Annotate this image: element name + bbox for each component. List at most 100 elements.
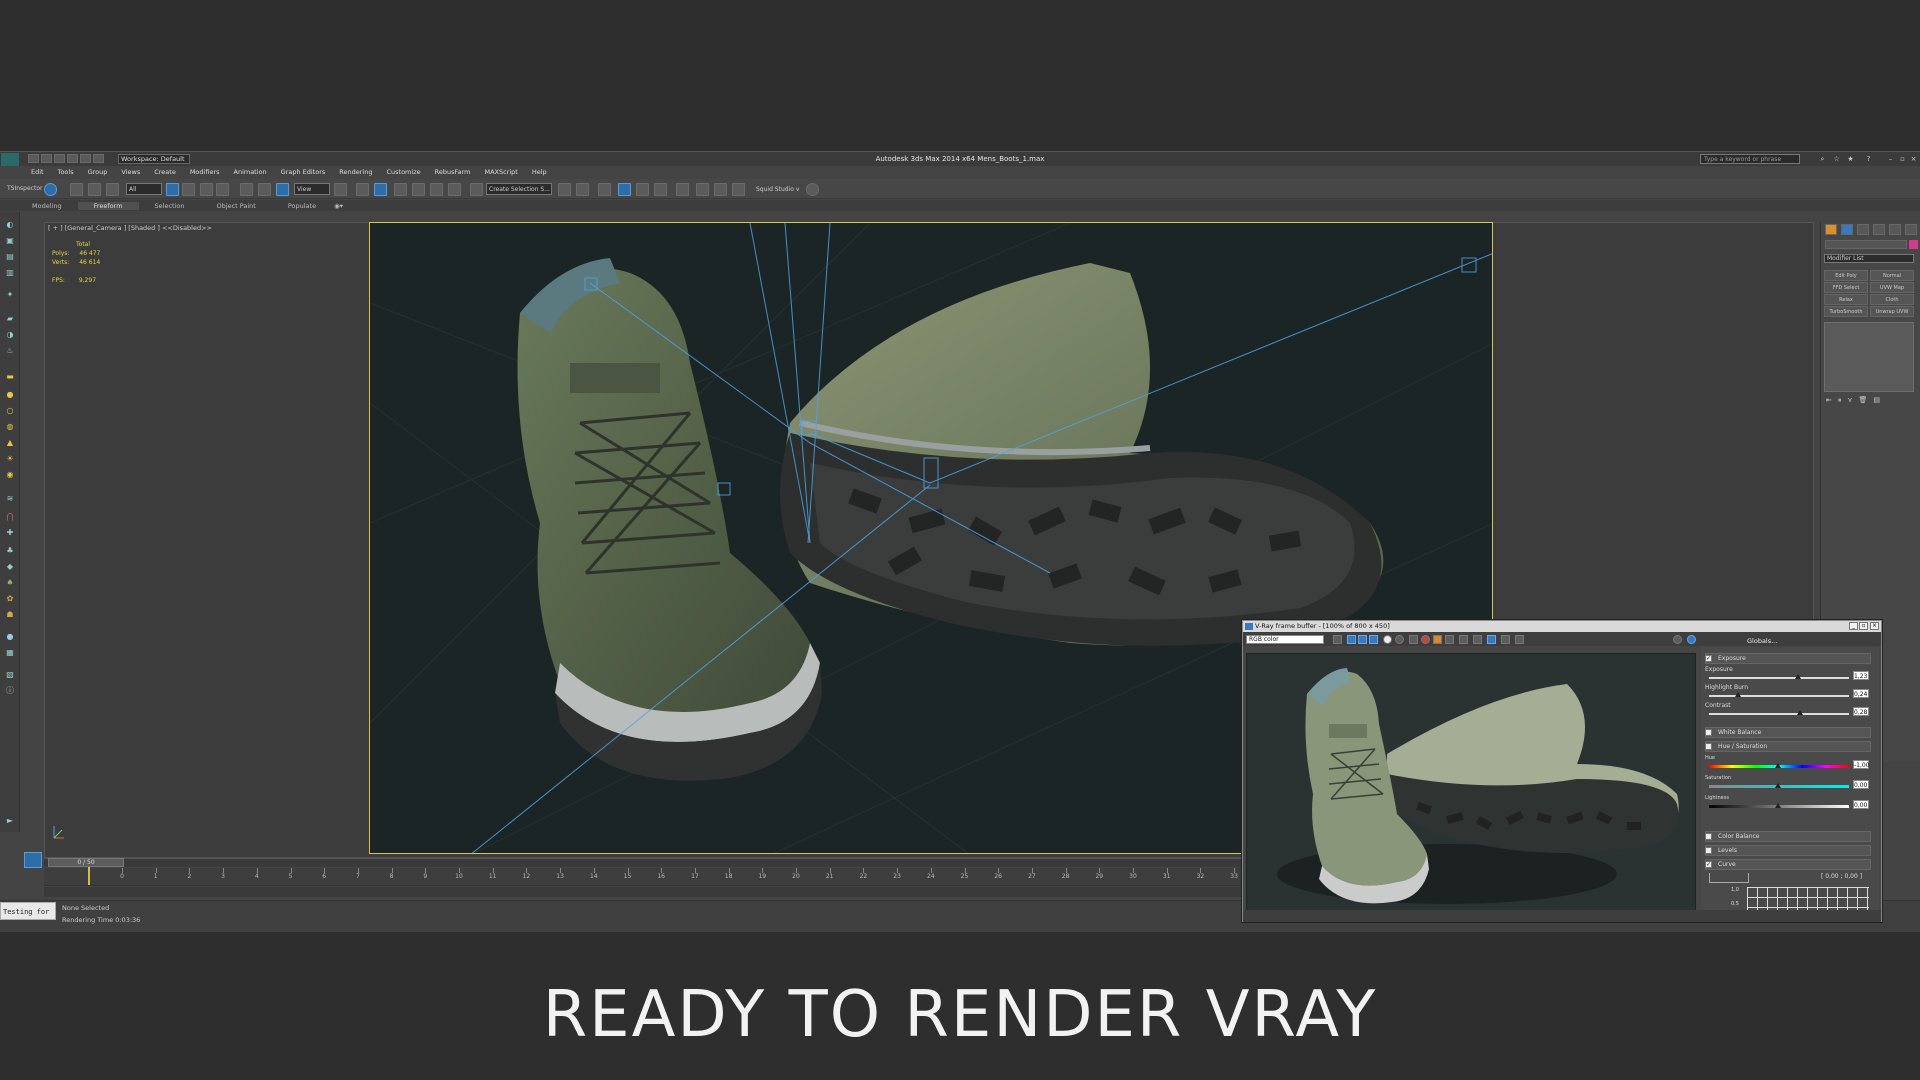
tab-populate[interactable]: Populate — [272, 202, 332, 210]
color-picker-icon[interactable] — [1333, 635, 1342, 644]
exposure-value[interactable]: 1,23 — [1853, 671, 1869, 680]
percent-snap-icon[interactable] — [430, 183, 443, 196]
menu-modifiers[interactable]: Modifiers — [183, 168, 227, 176]
ffd-select-button[interactable]: FFD Select — [1824, 282, 1868, 293]
region-select-icon[interactable] — [200, 183, 213, 196]
saturation-value[interactable]: 0,00 — [1853, 780, 1869, 789]
render-channel-dropdown[interactable]: RGB color — [1246, 635, 1324, 644]
menu-help[interactable]: Help — [525, 168, 554, 176]
tab-freeform[interactable]: Freeform — [77, 201, 139, 210]
menu-rendering[interactable]: Rendering — [332, 168, 379, 176]
favorites-icon[interactable]: ★ — [1846, 155, 1855, 163]
hue-knob[interactable] — [1775, 763, 1781, 768]
lightness-value[interactable]: 0,00 — [1853, 800, 1869, 809]
menu-create[interactable]: Create — [147, 168, 183, 176]
playhead[interactable] — [88, 867, 90, 885]
menu-graph-editors[interactable]: Graph Editors — [274, 168, 333, 176]
configure-sets-icon[interactable]: ▤ — [1873, 396, 1880, 406]
move-icon[interactable] — [240, 183, 253, 196]
time-slider-knob[interactable]: 0 / 50 — [48, 858, 124, 867]
exposure-slider[interactable] — [1709, 677, 1849, 679]
levels-checkbox[interactable] — [1705, 847, 1712, 854]
layers-icon[interactable]: ▥ — [4, 268, 16, 278]
grid-icon[interactable]: ▦ — [4, 648, 16, 658]
green-channel-icon[interactable] — [1358, 635, 1367, 644]
menu-group[interactable]: Group — [81, 168, 115, 176]
angle-snap-icon[interactable] — [412, 183, 425, 196]
maxscript-listener-input[interactable]: Testing for — [0, 902, 56, 920]
menu-maxscript[interactable]: MAXScript — [477, 168, 524, 176]
list-icon[interactable]: ▤ — [4, 252, 16, 262]
contrast-slider[interactable] — [1709, 713, 1849, 715]
curve-editor-icon[interactable] — [636, 183, 649, 196]
snaps-toggle-icon[interactable] — [394, 183, 407, 196]
mirror-icon[interactable] — [558, 183, 571, 196]
torus-icon[interactable]: ◍ — [4, 422, 16, 432]
box-icon[interactable]: ● — [4, 390, 16, 400]
unwrap-uvw-button[interactable]: Unwrap UVW — [1870, 306, 1914, 317]
close-icon[interactable]: × — [1909, 155, 1918, 163]
lens-effects-icon[interactable] — [1673, 635, 1682, 644]
hue-saturation-checkbox[interactable] — [1705, 743, 1712, 750]
bind-spacewarp-icon[interactable] — [106, 183, 119, 196]
lightness-knob[interactable] — [1775, 803, 1781, 808]
spinner-snap-icon[interactable] — [448, 183, 461, 196]
display-panel-icon[interactable] — [1889, 224, 1901, 235]
highlight-burn-knob[interactable] — [1735, 692, 1741, 697]
tab-modeling[interactable]: Modeling — [16, 202, 78, 210]
select-object-icon[interactable] — [166, 183, 179, 196]
named-selection-dropdown[interactable]: Create Selection S... — [486, 183, 552, 195]
pivot-center-icon[interactable] — [334, 183, 347, 196]
layout-icon[interactable]: ▧ — [4, 670, 16, 680]
utilities-panel-icon[interactable] — [1905, 224, 1917, 235]
exposure-checkbox[interactable]: ✓ — [1705, 655, 1712, 662]
shapes-icon[interactable]: ▬ — [4, 372, 16, 382]
edit-named-selection-icon[interactable] — [470, 183, 483, 196]
app-logo-icon[interactable] — [1, 153, 19, 166]
show-end-result-icon[interactable]: ⏸ — [1838, 396, 1842, 406]
monochrome-icon[interactable] — [1395, 635, 1404, 644]
vfb-close-icon[interactable]: × — [1870, 622, 1879, 630]
workspace-dropdown[interactable]: Workspace: Default — [118, 154, 190, 164]
project-folder-icon[interactable] — [93, 154, 104, 163]
tsinspector-icon[interactable] — [44, 183, 57, 196]
hierarchy-panel-icon[interactable] — [1857, 224, 1869, 235]
graphite-toolbar-icon[interactable] — [618, 183, 631, 196]
track-mouse-icon[interactable] — [1459, 635, 1468, 644]
ribbon-toggle-icon[interactable]: ◉▾ — [332, 202, 345, 210]
relax-button[interactable]: Relax — [1824, 294, 1868, 305]
reactor-icon[interactable]: ✚ — [4, 528, 16, 538]
rendered-image[interactable] — [1246, 653, 1696, 911]
geosphere-icon[interactable]: ◉ — [4, 470, 16, 480]
red-channel-icon[interactable] — [1347, 635, 1356, 644]
menu-views[interactable]: Views — [114, 168, 147, 176]
alpha-channel-icon[interactable] — [1383, 635, 1392, 644]
new-file-icon[interactable] — [28, 154, 39, 163]
select-by-name-icon[interactable] — [182, 183, 195, 196]
align-icon[interactable] — [576, 183, 589, 196]
scale-icon[interactable] — [276, 183, 289, 196]
pin-stack-icon[interactable]: ⇤ — [1826, 396, 1832, 406]
minimize-icon[interactable]: – — [1886, 155, 1895, 163]
hue-value[interactable]: -1,00 — [1853, 760, 1870, 769]
contrast-value[interactable]: 0,28 — [1853, 707, 1869, 716]
stop-render-icon[interactable] — [1515, 635, 1524, 644]
leaf-icon[interactable]: ♠ — [4, 578, 16, 588]
material-editor-icon[interactable] — [676, 183, 689, 196]
vray-icon[interactable]: ◆ — [4, 562, 16, 572]
schematic-view-icon[interactable] — [654, 183, 667, 196]
undo-icon[interactable] — [67, 154, 78, 163]
search-input[interactable]: Type a keyword or phrase — [1700, 154, 1800, 164]
create-panel-icon[interactable] — [1825, 224, 1837, 235]
layer-manager-icon[interactable] — [598, 183, 611, 196]
highlight-burn-slider[interactable] — [1709, 695, 1849, 697]
camera-icon[interactable]: ▰ — [4, 314, 16, 324]
keyboard-shortcut-override-icon[interactable] — [374, 183, 387, 196]
white-balance-checkbox[interactable] — [1705, 729, 1712, 736]
load-image-icon[interactable] — [1433, 635, 1442, 644]
modifier-stack[interactable] — [1824, 322, 1914, 392]
hair-icon[interactable]: ≋ — [4, 494, 16, 504]
help-icon[interactable]: ? — [1864, 155, 1873, 163]
region-render-icon[interactable] — [1473, 635, 1482, 644]
restore-icon[interactable]: ▫ — [1898, 155, 1907, 163]
